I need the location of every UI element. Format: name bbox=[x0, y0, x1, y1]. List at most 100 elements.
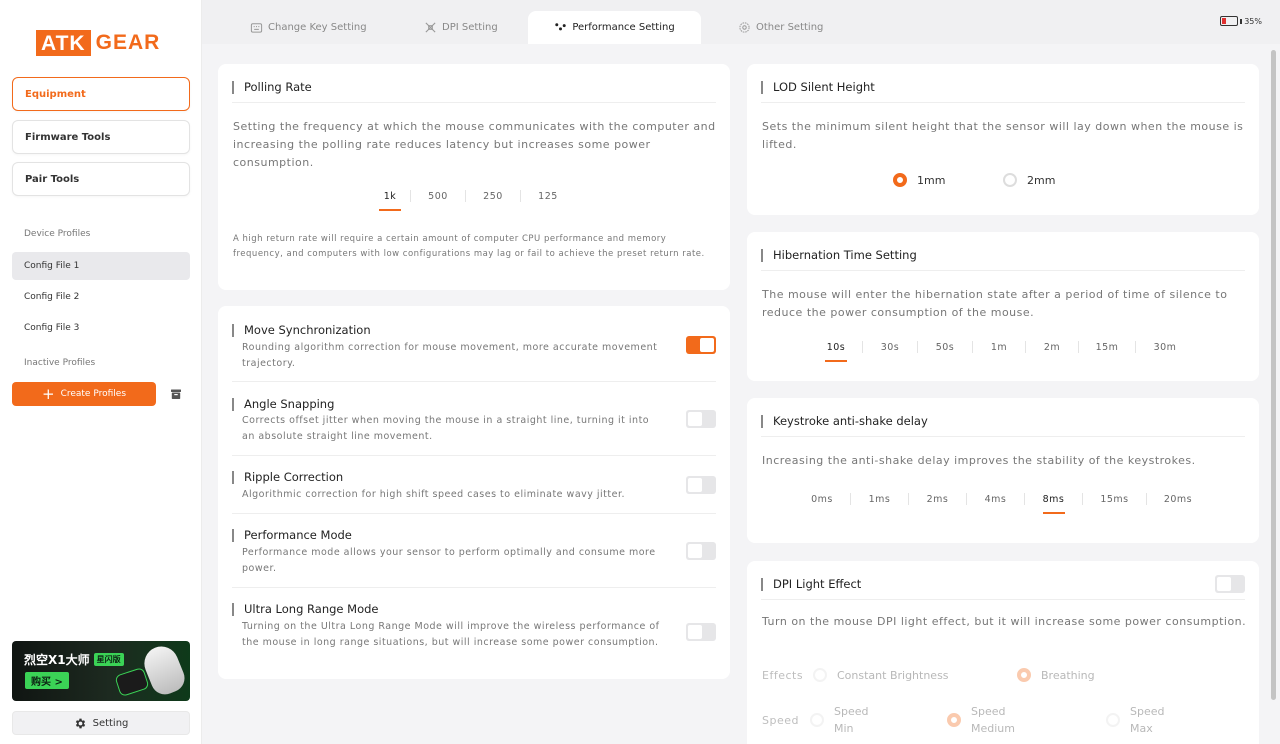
hibernation-option-30m[interactable]: 30m bbox=[1136, 342, 1194, 353]
tab-other-label: Other Setting bbox=[756, 22, 824, 33]
create-profiles-button[interactable]: + Create Profiles bbox=[12, 382, 156, 406]
scrollbar[interactable] bbox=[1271, 44, 1277, 744]
polling-rate-title: Polling Rate bbox=[232, 81, 312, 94]
nav-firmware-tools-button[interactable]: Firmware Tools bbox=[12, 120, 190, 154]
create-profiles-label: Create Profiles bbox=[60, 389, 127, 399]
effect-constant-label: Constant Brightness bbox=[837, 668, 949, 682]
scrollbar-thumb[interactable] bbox=[1271, 50, 1276, 700]
keystroke-option-1ms[interactable]: 1ms bbox=[851, 494, 908, 505]
tab-performance-label: Performance Setting bbox=[572, 22, 675, 33]
promo-banner[interactable]: 烈空X1大师 星闪版 购买 > bbox=[12, 641, 190, 701]
polling-rate-selector: 1k 500 250 125 bbox=[370, 190, 575, 211]
logo-atk: ATK bbox=[36, 30, 91, 56]
lod-description: Sets the minimum silent height that the … bbox=[762, 120, 1244, 151]
hibernation-option-10s[interactable]: 10s bbox=[810, 342, 862, 362]
gear-icon bbox=[75, 718, 85, 728]
speed-option-min[interactable]: Speed Min bbox=[810, 703, 868, 737]
nav-pair-tools-button[interactable]: Pair Tools bbox=[12, 162, 190, 196]
keystroke-option-15ms[interactable]: 15ms bbox=[1083, 494, 1146, 505]
ripple-correction-description: Algorithmic correction for high shift sp… bbox=[242, 489, 626, 500]
keystroke-description: Increasing the anti-shake delay improves… bbox=[762, 454, 1196, 467]
keystroke-option-20ms[interactable]: 20ms bbox=[1147, 494, 1209, 505]
tab-other-setting[interactable]: Other Setting bbox=[724, 11, 837, 44]
keystroke-option-8ms[interactable]: 8ms bbox=[1025, 494, 1082, 514]
gear-icon bbox=[739, 22, 750, 33]
hibernation-option-1m[interactable]: 1m bbox=[973, 342, 1025, 353]
speed-option-medium[interactable]: Speed Medium bbox=[947, 703, 1015, 737]
profile-item-config-1[interactable]: Config File 1 bbox=[12, 252, 190, 280]
battery-indicator: 35% bbox=[1220, 16, 1262, 26]
effect-option-breathing[interactable]: Breathing bbox=[1017, 668, 1095, 682]
tab-change-key-setting[interactable]: Change Key Setting bbox=[236, 11, 381, 44]
logo-gear: GEAR bbox=[95, 31, 161, 54]
effect-breathing-label: Breathing bbox=[1041, 668, 1095, 682]
radio-unselected-icon bbox=[813, 668, 827, 682]
archive-icon[interactable] bbox=[170, 388, 182, 400]
profile-item-config-3[interactable]: Config File 3 bbox=[12, 314, 190, 342]
angle-snapping-title: Angle Snapping bbox=[232, 398, 334, 411]
ultra-long-range-description: Turning on the Ultra Long Range Mode wil… bbox=[242, 621, 660, 648]
lod-option-1mm[interactable]: 1mm bbox=[893, 173, 945, 187]
ultra-long-range-title: Ultra Long Range Mode bbox=[232, 603, 378, 616]
ripple-correction-toggle[interactable] bbox=[686, 476, 716, 494]
receiver-image bbox=[114, 666, 150, 698]
battery-percent: 35% bbox=[1244, 16, 1262, 26]
keystroke-title: Keystroke anti-shake delay bbox=[761, 415, 928, 428]
keystroke-option-2ms[interactable]: 2ms bbox=[909, 494, 966, 505]
polling-option-500[interactable]: 500 bbox=[411, 191, 465, 202]
banner-buy-button[interactable]: 购买 > bbox=[25, 672, 69, 689]
hibernation-option-15m[interactable]: 15m bbox=[1079, 342, 1135, 353]
performance-mode-title: Performance Mode bbox=[232, 529, 352, 542]
hibernation-option-2m[interactable]: 2m bbox=[1026, 342, 1078, 353]
ripple-correction-title: Ripple Correction bbox=[232, 471, 343, 484]
speed-min-label-bottom: Min bbox=[834, 722, 854, 735]
nav-equipment-button[interactable]: Equipment bbox=[12, 77, 190, 111]
hibernation-option-50s[interactable]: 50s bbox=[918, 342, 972, 353]
profile-item-config-2[interactable]: Config File 2 bbox=[12, 283, 190, 311]
radio-selected-icon bbox=[893, 173, 907, 187]
setting-button[interactable]: Setting bbox=[12, 711, 190, 735]
performance-toggles-card: Move Synchronization Rounding algorithm … bbox=[218, 306, 730, 679]
speed-max-label-bottom: Max bbox=[1130, 722, 1153, 735]
ultra-long-range-toggle[interactable] bbox=[686, 623, 716, 641]
move-sync-toggle[interactable] bbox=[686, 336, 716, 354]
setting-label: Setting bbox=[92, 717, 129, 729]
angle-snapping-toggle[interactable] bbox=[686, 410, 716, 428]
hibernation-description: The mouse will enter the hibernation sta… bbox=[762, 288, 1228, 319]
effect-option-constant-brightness[interactable]: Constant Brightness bbox=[813, 668, 949, 682]
tab-dpi-label: DPI Setting bbox=[442, 22, 498, 33]
list-item-performance-mode: Performance Mode Performance mode allows… bbox=[232, 514, 716, 588]
dpi-icon bbox=[425, 22, 436, 33]
speed-option-max[interactable]: Speed Max bbox=[1106, 703, 1164, 737]
lod-option-2mm[interactable]: 2mm bbox=[1003, 173, 1055, 187]
lod-title: LOD Silent Height bbox=[761, 81, 875, 94]
tab-bar: Change Key Setting DPI Setting Performan… bbox=[202, 0, 1280, 44]
tab-dpi-setting[interactable]: DPI Setting bbox=[410, 11, 512, 44]
list-item-ultra-long-range: Ultra Long Range Mode Turning on the Ult… bbox=[232, 588, 716, 678]
hibernation-option-30s[interactable]: 30s bbox=[863, 342, 917, 353]
keystroke-selector: 0ms 1ms 2ms 4ms 8ms 15ms 20ms bbox=[794, 493, 1209, 514]
list-item-ripple-correction: Ripple Correction Algorithmic correction… bbox=[232, 456, 716, 514]
hibernation-selector: 10s 30s 50s 1m 2m 15m 30m bbox=[810, 341, 1194, 362]
hibernation-time-card: Hibernation Time Setting The mouse will … bbox=[747, 232, 1259, 381]
keystroke-option-4ms[interactable]: 4ms bbox=[967, 494, 1024, 505]
sidebar: ATK GEAR Equipment Firmware Tools Pair T… bbox=[0, 0, 202, 744]
polling-option-250[interactable]: 250 bbox=[466, 191, 520, 202]
polling-rate-card: Polling Rate Setting the frequency at wh… bbox=[218, 64, 730, 290]
performance-mode-toggle[interactable] bbox=[686, 542, 716, 560]
mouse-image bbox=[139, 641, 189, 699]
atk-gear-logo: ATK GEAR bbox=[36, 30, 160, 56]
radio-selected-icon bbox=[947, 713, 961, 727]
hibernation-title: Hibernation Time Setting bbox=[761, 249, 917, 262]
tab-performance-setting[interactable]: Performance Setting bbox=[528, 11, 701, 44]
keystroke-option-0ms[interactable]: 0ms bbox=[794, 494, 850, 505]
radio-selected-icon bbox=[1017, 668, 1031, 682]
lod-option-2mm-label: 2mm bbox=[1027, 173, 1056, 187]
move-sync-description: Rounding algorithm correction for mouse … bbox=[242, 342, 658, 369]
lod-silent-height-card: LOD Silent Height Sets the minimum silen… bbox=[747, 64, 1259, 215]
polling-option-125[interactable]: 125 bbox=[521, 191, 575, 202]
dpi-light-description: Turn on the mouse DPI light effect, but … bbox=[762, 615, 1247, 628]
polling-option-1k[interactable]: 1k bbox=[370, 191, 410, 211]
dpi-light-toggle[interactable] bbox=[1215, 575, 1245, 593]
banner-badge: 星闪版 bbox=[93, 653, 124, 666]
